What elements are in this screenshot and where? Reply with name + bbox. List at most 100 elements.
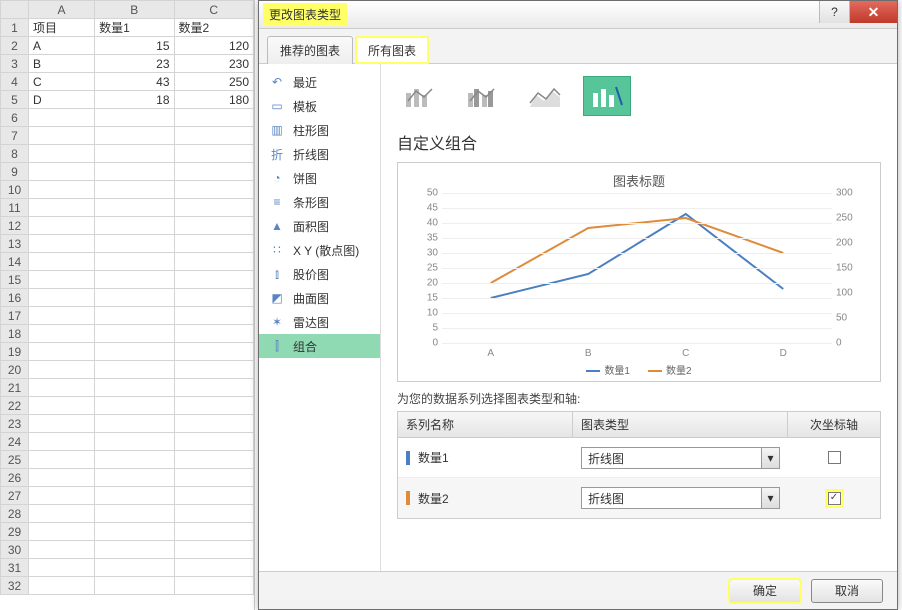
cell[interactable]	[95, 379, 174, 397]
cell[interactable]	[174, 361, 253, 379]
row-hdr[interactable]: 12	[1, 217, 29, 235]
cell[interactable]	[174, 523, 253, 541]
row-hdr[interactable]: 30	[1, 541, 29, 559]
cell[interactable]	[95, 415, 174, 433]
cell[interactable]	[174, 541, 253, 559]
cell[interactable]	[174, 415, 253, 433]
cell[interactable]	[174, 163, 253, 181]
row-hdr[interactable]: 1	[1, 19, 29, 37]
cell[interactable]	[174, 217, 253, 235]
row-hdr[interactable]: 21	[1, 379, 29, 397]
cell[interactable]	[29, 487, 95, 505]
cell[interactable]	[29, 109, 95, 127]
row-hdr[interactable]: 3	[1, 55, 29, 73]
cell[interactable]	[29, 415, 95, 433]
cell[interactable]	[29, 397, 95, 415]
cell[interactable]	[29, 379, 95, 397]
type-radar[interactable]: ✶雷达图	[259, 310, 380, 334]
row-hdr[interactable]: 13	[1, 235, 29, 253]
help-button[interactable]: ?	[819, 1, 849, 23]
cell[interactable]	[95, 487, 174, 505]
cell[interactable]	[95, 343, 174, 361]
cell[interactable]: 项目	[29, 19, 95, 37]
cell[interactable]	[174, 199, 253, 217]
cell[interactable]: D	[29, 91, 95, 109]
row-hdr[interactable]: 20	[1, 361, 29, 379]
cell[interactable]	[174, 289, 253, 307]
cell[interactable]: 15	[95, 37, 174, 55]
row-hdr[interactable]: 27	[1, 487, 29, 505]
cell[interactable]	[29, 289, 95, 307]
cell[interactable]	[174, 127, 253, 145]
cell[interactable]	[95, 217, 174, 235]
row-hdr[interactable]: 15	[1, 271, 29, 289]
row-hdr[interactable]: 4	[1, 73, 29, 91]
cell[interactable]	[174, 451, 253, 469]
cell[interactable]	[95, 289, 174, 307]
type-recent[interactable]: ↶最近	[259, 70, 380, 94]
cell[interactable]	[174, 559, 253, 577]
cell[interactable]: 43	[95, 73, 174, 91]
close-button[interactable]: ✕	[849, 1, 897, 23]
cell[interactable]	[29, 577, 95, 595]
cell[interactable]	[29, 181, 95, 199]
row-hdr[interactable]: 19	[1, 343, 29, 361]
row-hdr[interactable]: 10	[1, 181, 29, 199]
row-hdr[interactable]: 2	[1, 37, 29, 55]
row-hdr[interactable]: 23	[1, 415, 29, 433]
cell[interactable]	[29, 325, 95, 343]
cell[interactable]	[29, 127, 95, 145]
cell[interactable]: 230	[174, 55, 253, 73]
col-C[interactable]: C	[174, 1, 253, 19]
type-combo[interactable]: ⫿组合	[259, 334, 380, 358]
titlebar[interactable]: 更改图表类型 ? ✕	[259, 1, 897, 29]
cell[interactable]	[95, 109, 174, 127]
secondary-axis-checkbox[interactable]	[828, 492, 841, 505]
cancel-button[interactable]: 取消	[811, 579, 883, 603]
cell[interactable]	[174, 253, 253, 271]
type-area[interactable]: ▲面积图	[259, 214, 380, 238]
row-hdr[interactable]: 6	[1, 109, 29, 127]
type-surface[interactable]: ◩曲面图	[259, 286, 380, 310]
cell[interactable]	[95, 181, 174, 199]
cell[interactable]	[95, 523, 174, 541]
cell[interactable]	[29, 451, 95, 469]
cell[interactable]	[29, 343, 95, 361]
type-line[interactable]: 折折线图	[259, 142, 380, 166]
cell[interactable]	[95, 433, 174, 451]
row-hdr[interactable]: 7	[1, 127, 29, 145]
cell[interactable]: 数量2	[174, 19, 253, 37]
cell[interactable]	[174, 577, 253, 595]
ok-button[interactable]: 确定	[729, 579, 801, 603]
cell[interactable]	[29, 523, 95, 541]
row-hdr[interactable]: 28	[1, 505, 29, 523]
cell[interactable]: A	[29, 37, 95, 55]
row-hdr[interactable]: 8	[1, 145, 29, 163]
type-scatter[interactable]: ∷X Y (散点图)	[259, 238, 380, 262]
combo-thumb-3[interactable]	[521, 76, 569, 116]
row-hdr[interactable]: 32	[1, 577, 29, 595]
cell[interactable]	[174, 307, 253, 325]
row-hdr[interactable]: 31	[1, 559, 29, 577]
cell[interactable]	[29, 361, 95, 379]
row-hdr[interactable]: 16	[1, 289, 29, 307]
col-B[interactable]: B	[95, 1, 174, 19]
combo-thumb-2[interactable]	[459, 76, 507, 116]
cell[interactable]	[174, 181, 253, 199]
cell[interactable]	[95, 469, 174, 487]
row-hdr[interactable]: 29	[1, 523, 29, 541]
cell[interactable]	[95, 271, 174, 289]
row-hdr[interactable]: 26	[1, 469, 29, 487]
cell[interactable]: 18	[95, 91, 174, 109]
cell[interactable]: 数量1	[95, 19, 174, 37]
cell[interactable]	[95, 307, 174, 325]
row-hdr[interactable]: 5	[1, 91, 29, 109]
row-hdr[interactable]: 11	[1, 199, 29, 217]
type-template[interactable]: ▭模板	[259, 94, 380, 118]
cell[interactable]	[29, 199, 95, 217]
cell[interactable]: 120	[174, 37, 253, 55]
secondary-axis-checkbox[interactable]	[828, 451, 841, 464]
combo-thumb-1[interactable]	[397, 76, 445, 116]
chart-type-dropdown[interactable]: 折线图▾	[581, 487, 780, 509]
type-pie[interactable]: ◔饼图	[259, 166, 380, 190]
